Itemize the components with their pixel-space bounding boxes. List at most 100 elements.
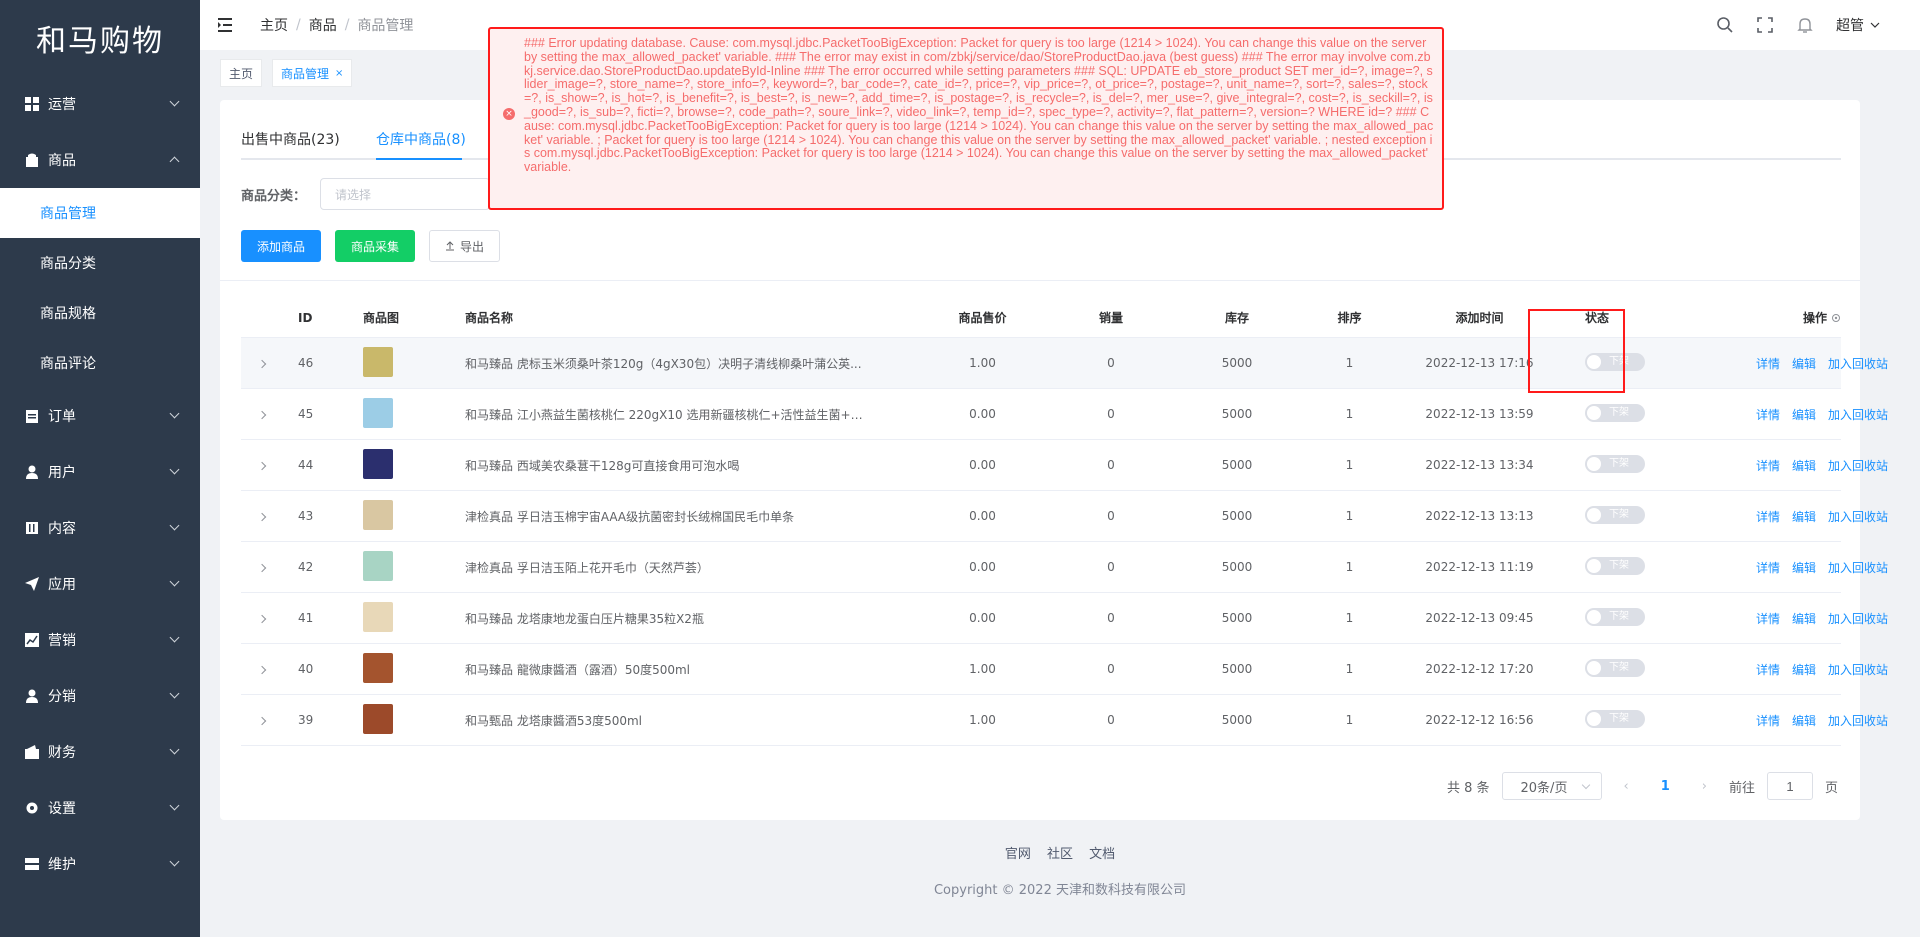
- expand-arrow-icon[interactable]: [257, 665, 267, 675]
- prev-page-icon[interactable]: ‹: [1614, 779, 1639, 794]
- edit-link[interactable]: 编辑: [1792, 357, 1816, 371]
- recycle-link[interactable]: 加入回收站: [1828, 714, 1888, 728]
- collect-product-button[interactable]: 商品采集: [335, 230, 416, 262]
- edit-link[interactable]: 编辑: [1792, 714, 1816, 728]
- sidebar-subitem-product-review[interactable]: 商品评论: [0, 338, 200, 388]
- user-menu[interactable]: 超管: [1836, 15, 1880, 35]
- tab-in-warehouse[interactable]: 仓库中商品(8): [376, 126, 466, 160]
- product-name: 和马臻品 江小燕益生菌核桃仁 220gX10 选用新疆核桃仁+活性益生菌+加..…: [465, 407, 865, 422]
- detail-link[interactable]: 详情: [1756, 408, 1780, 422]
- edit-link[interactable]: 编辑: [1792, 663, 1816, 677]
- footer-link-community[interactable]: 社区: [1047, 847, 1073, 862]
- expand-arrow-icon[interactable]: [257, 461, 267, 471]
- recycle-link[interactable]: 加入回收站: [1828, 663, 1888, 677]
- page-size-select[interactable]: 20条/页: [1501, 772, 1602, 800]
- footer-link-docs[interactable]: 文档: [1089, 847, 1115, 862]
- sidebar-subitem-product-management[interactable]: 商品管理: [0, 188, 200, 238]
- expand-arrow-icon[interactable]: [257, 614, 267, 624]
- product-thumbnail[interactable]: [363, 703, 393, 734]
- expand-arrow-icon[interactable]: [257, 512, 267, 522]
- product-thumbnail[interactable]: [363, 601, 393, 632]
- tab-on-sale[interactable]: 出售中商品(23): [241, 126, 340, 160]
- edit-link[interactable]: 编辑: [1792, 408, 1816, 422]
- status-toggle[interactable]: 下架: [1585, 709, 1645, 728]
- toggle-knob: [1587, 456, 1601, 471]
- close-icon[interactable]: ×: [335, 68, 343, 79]
- detail-link[interactable]: 详情: [1756, 612, 1780, 626]
- bell-icon[interactable]: [1796, 16, 1814, 34]
- product-thumbnail[interactable]: [363, 397, 393, 428]
- settings-icon[interactable]: [1831, 313, 1841, 323]
- edit-link[interactable]: 编辑: [1792, 510, 1816, 524]
- export-button[interactable]: 导出: [429, 230, 501, 262]
- goto-page-input[interactable]: [1766, 772, 1813, 800]
- edit-link[interactable]: 编辑: [1792, 612, 1816, 626]
- sidebar-item-finance[interactable]: 财务: [0, 724, 200, 780]
- detail-link[interactable]: 详情: [1756, 714, 1780, 728]
- cell-id: 44: [298, 458, 314, 472]
- wallet-icon: [24, 744, 40, 760]
- sidebar-item-marketing[interactable]: 营销: [0, 612, 200, 668]
- status-toggle[interactable]: 下架: [1585, 658, 1645, 677]
- product-thumbnail[interactable]: [363, 499, 393, 530]
- edit-link[interactable]: 编辑: [1792, 459, 1816, 473]
- recycle-link[interactable]: 加入回收站: [1828, 408, 1888, 422]
- status-toggle[interactable]: 下架: [1585, 607, 1645, 626]
- detail-link[interactable]: 详情: [1756, 459, 1780, 473]
- cell-time: 2022-12-12 16:56: [1425, 713, 1534, 727]
- sidebar-item-apps[interactable]: 应用: [0, 556, 200, 612]
- cell-sales: 0: [1107, 407, 1115, 421]
- sidebar-item-maintenance[interactable]: 维护: [0, 836, 200, 892]
- sidebar-item-operations[interactable]: 运营: [0, 76, 200, 132]
- product-thumbnail[interactable]: [363, 448, 393, 479]
- sidebar-subitem-product-category[interactable]: 商品分类: [0, 238, 200, 288]
- edit-link[interactable]: 编辑: [1792, 561, 1816, 575]
- cell-image: [353, 703, 465, 737]
- search-icon[interactable]: [1716, 16, 1734, 34]
- status-toggle[interactable]: 下架: [1585, 454, 1645, 473]
- status-toggle[interactable]: 下架: [1585, 505, 1645, 524]
- tag-label: 主页: [229, 66, 254, 81]
- sidebar-item-distribution[interactable]: 分销: [0, 668, 200, 724]
- product-thumbnail[interactable]: [363, 652, 393, 683]
- detail-link[interactable]: 详情: [1756, 663, 1780, 677]
- footer-link-website[interactable]: 官网: [1005, 847, 1031, 862]
- expand-arrow-icon[interactable]: [257, 563, 267, 573]
- sidebar-item-orders[interactable]: 订单: [0, 388, 200, 444]
- recycle-link[interactable]: 加入回收站: [1828, 612, 1888, 626]
- page-number[interactable]: 1: [1651, 779, 1680, 794]
- status-toggle[interactable]: 下架: [1585, 556, 1645, 575]
- category-select[interactable]: 请选择: [320, 178, 491, 210]
- next-page-icon[interactable]: ›: [1692, 779, 1717, 794]
- chevron-down-icon: [169, 520, 180, 531]
- sidebar-subitem-product-spec[interactable]: 商品规格: [0, 288, 200, 338]
- fullscreen-icon[interactable]: [1756, 16, 1774, 34]
- cell-image: [353, 652, 465, 686]
- product-thumbnail[interactable]: [363, 346, 393, 377]
- recycle-link[interactable]: 加入回收站: [1828, 357, 1888, 371]
- expand-cell: [241, 458, 283, 472]
- recycle-link[interactable]: 加入回收站: [1828, 459, 1888, 473]
- recycle-link[interactable]: 加入回收站: [1828, 561, 1888, 575]
- detail-link[interactable]: 详情: [1756, 357, 1780, 371]
- expand-arrow-icon[interactable]: [257, 410, 267, 420]
- tag-product-management[interactable]: 商品管理 ×: [272, 59, 353, 87]
- sidebar-item-settings[interactable]: 设置: [0, 780, 200, 836]
- expand-arrow-icon[interactable]: [257, 716, 267, 726]
- breadcrumb-products[interactable]: 商品: [309, 15, 337, 35]
- sidebar-item-users[interactable]: 用户: [0, 444, 200, 500]
- detail-link[interactable]: 详情: [1756, 510, 1780, 524]
- breadcrumb-home[interactable]: 主页: [260, 15, 288, 35]
- product-thumbnail[interactable]: [363, 550, 393, 581]
- recycle-link[interactable]: 加入回收站: [1828, 510, 1888, 524]
- tag-home[interactable]: 主页: [220, 59, 263, 87]
- status-toggle[interactable]: 下架: [1585, 403, 1645, 422]
- add-product-button[interactable]: 添加商品: [241, 230, 322, 262]
- detail-link[interactable]: 详情: [1756, 561, 1780, 575]
- sidebar-item-products[interactable]: 商品: [0, 132, 200, 188]
- cell-ops: 详情 编辑 加入回收站: [1697, 610, 1920, 627]
- cell-ops: 详情 编辑 加入回收站: [1697, 712, 1920, 729]
- expand-arrow-icon[interactable]: [257, 359, 267, 369]
- sidebar-item-content[interactable]: 内容: [0, 500, 200, 556]
- menu-fold-icon[interactable]: [218, 16, 236, 34]
